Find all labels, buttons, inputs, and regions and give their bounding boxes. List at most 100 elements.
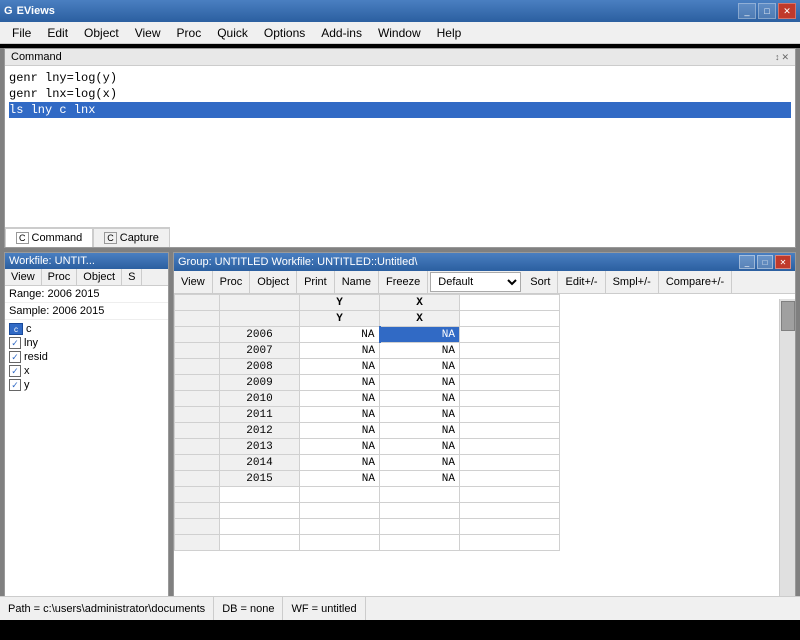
row-x-value[interactable]: NA (380, 455, 460, 471)
table-row[interactable]: 2014NANA (175, 455, 560, 471)
table-row[interactable]: 2009NANA (175, 375, 560, 391)
row-x-value[interactable]: NA (380, 471, 460, 487)
row-year: 2006 (220, 327, 300, 343)
row-x-value[interactable]: NA (380, 359, 460, 375)
command-close-button[interactable]: ✕ (781, 52, 789, 63)
wf-item-resid[interactable]: ✓ resid (7, 350, 166, 364)
scroll-thumb[interactable] (781, 301, 795, 331)
command-tab-icon: C (16, 232, 29, 244)
menu-options[interactable]: Options (256, 24, 313, 42)
menu-proc[interactable]: Proc (169, 24, 210, 42)
tab-command[interactable]: C Command (5, 228, 93, 247)
row-year: 2014 (220, 455, 300, 471)
col-header-empty-3 (460, 295, 560, 311)
menu-view[interactable]: View (127, 24, 169, 42)
group-compare-btn[interactable]: Compare+/- (659, 271, 732, 293)
group-minimize-btn[interactable]: _ (739, 255, 755, 269)
command-pin-button[interactable]: ↕ (775, 52, 780, 63)
wf-item-lny[interactable]: ✓ lny (7, 336, 166, 350)
wf-item-c[interactable]: c c (7, 322, 166, 336)
empty-cell (460, 503, 560, 519)
table-row[interactable]: 2010NANA (175, 391, 560, 407)
capture-tab-icon: C (104, 232, 117, 244)
col-header-y1: Y (300, 295, 380, 311)
table-row[interactable]: 2006NANA (175, 327, 560, 343)
wf-item-y[interactable]: ✓ y (7, 378, 166, 392)
row-empty (175, 471, 220, 487)
row-x-value[interactable]: NA (380, 391, 460, 407)
row-x-value[interactable]: NA (380, 407, 460, 423)
group-view-btn[interactable]: View (174, 271, 213, 293)
row-x-value[interactable]: NA (380, 327, 460, 343)
group-print-btn[interactable]: Print (297, 271, 335, 293)
wf-s-btn[interactable]: S (122, 269, 142, 285)
command-content[interactable]: genr lny=log(y) genr lnx=log(x) ls lny c… (5, 66, 795, 212)
col-header-empty-1 (175, 295, 220, 311)
row-y-value[interactable]: NA (300, 439, 380, 455)
close-button[interactable]: ✕ (778, 3, 796, 19)
group-freeze-btn[interactable]: Freeze (379, 271, 428, 293)
menu-addins[interactable]: Add-ins (313, 24, 370, 42)
capture-tab-label: Capture (120, 232, 159, 244)
table-row[interactable]: 2011NANA (175, 407, 560, 423)
table-row[interactable]: 2008NANA (175, 359, 560, 375)
command-panel: Command ↕ ✕ genr lny=log(y) genr lnx=log… (4, 48, 796, 248)
row-empty (175, 423, 220, 439)
row-y-value[interactable]: NA (300, 455, 380, 471)
table-row[interactable]: 2007NANA (175, 343, 560, 359)
row-x-value[interactable]: NA (380, 439, 460, 455)
group-maximize-btn[interactable]: □ (757, 255, 773, 269)
row-y-value[interactable]: NA (300, 391, 380, 407)
row-ext (460, 471, 560, 487)
group-sort-btn[interactable]: Sort (523, 271, 558, 293)
data-table-container[interactable]: Y X Y X 2006NANA2007NANA2008NANA2009 (174, 294, 795, 606)
row-x-value[interactable]: NA (380, 375, 460, 391)
row-x-value[interactable]: NA (380, 343, 460, 359)
menu-object[interactable]: Object (76, 24, 127, 42)
wf-proc-btn[interactable]: Proc (42, 269, 78, 285)
menu-quick[interactable]: Quick (209, 24, 256, 42)
group-name-btn[interactable]: Name (335, 271, 379, 293)
wf-item-y-check: ✓ (9, 379, 21, 391)
group-title-controls: _ □ ✕ (739, 255, 791, 269)
row-y-value[interactable]: NA (300, 423, 380, 439)
title-bar-controls[interactable]: _ □ ✕ (738, 3, 796, 19)
row-ext (460, 455, 560, 471)
group-close-btn[interactable]: ✕ (775, 255, 791, 269)
menu-file[interactable]: File (4, 24, 39, 42)
row-empty (175, 439, 220, 455)
row-ext (460, 359, 560, 375)
table-row[interactable]: 2015NANA (175, 471, 560, 487)
wf-item-x[interactable]: ✓ x (7, 364, 166, 378)
tab-capture[interactable]: C Capture (93, 228, 170, 247)
row-y-value[interactable]: NA (300, 343, 380, 359)
wf-view-btn[interactable]: View (5, 269, 42, 285)
group-toolbar: View Proc Object Print Name Freeze Defau… (174, 271, 795, 294)
row-empty (175, 375, 220, 391)
empty-cell (175, 487, 220, 503)
workfile-sample: Sample: 2006 2015 (5, 303, 168, 320)
row-y-value[interactable]: NA (300, 375, 380, 391)
menu-help[interactable]: Help (429, 24, 470, 42)
row-ext (460, 391, 560, 407)
group-style-dropdown[interactable]: Default Spreadsheet Graph (430, 272, 521, 292)
menu-edit[interactable]: Edit (39, 24, 76, 42)
table-row[interactable]: 2013NANA (175, 439, 560, 455)
group-object-btn[interactable]: Object (250, 271, 297, 293)
group-edit-btn[interactable]: Edit+/- (558, 271, 605, 293)
row-y-value[interactable]: NA (300, 407, 380, 423)
empty-cell (175, 535, 220, 551)
maximize-button[interactable]: □ (758, 3, 776, 19)
vertical-scrollbar[interactable] (779, 299, 795, 611)
group-smpl-btn[interactable]: Smpl+/- (606, 271, 659, 293)
wf-object-btn[interactable]: Object (77, 269, 122, 285)
row-y-value[interactable]: NA (300, 471, 380, 487)
row-x-value[interactable]: NA (380, 423, 460, 439)
row-y-value[interactable]: NA (300, 359, 380, 375)
row-ext (460, 343, 560, 359)
menu-window[interactable]: Window (370, 24, 429, 42)
row-y-value[interactable]: NA (300, 327, 380, 343)
group-proc-btn[interactable]: Proc (213, 271, 251, 293)
minimize-button[interactable]: _ (738, 3, 756, 19)
table-row[interactable]: 2012NANA (175, 423, 560, 439)
